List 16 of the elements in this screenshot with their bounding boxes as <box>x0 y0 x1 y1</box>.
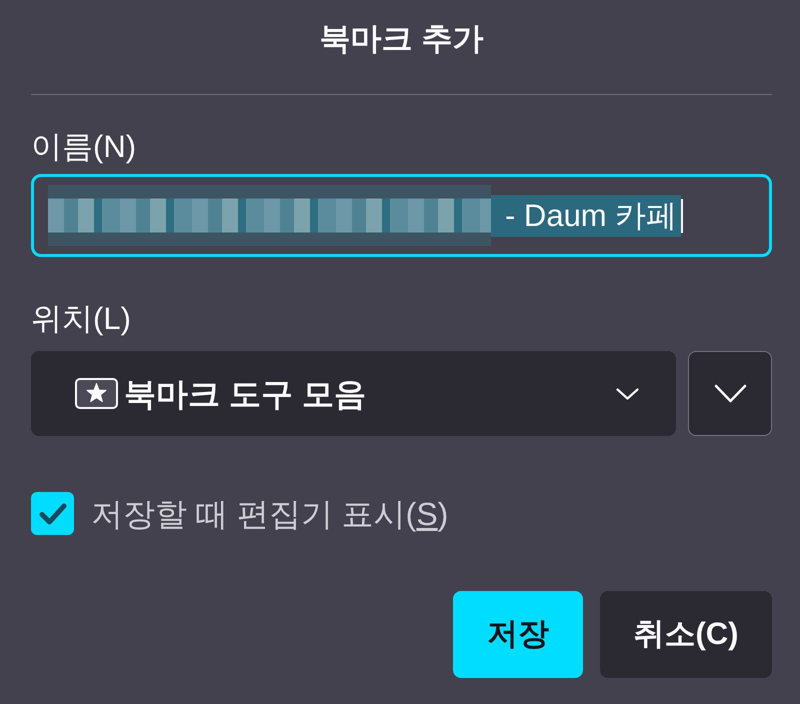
name-input[interactable]: - Daum 카페 <box>31 174 772 257</box>
checkbox-label[interactable]: 저장할 때 편집기 표시(S) <box>91 494 448 534</box>
text-cursor-icon <box>681 198 684 232</box>
save-button[interactable]: 저장 <box>453 591 583 678</box>
checkmark-icon <box>38 502 66 524</box>
checkbox[interactable] <box>31 492 74 535</box>
star-box-icon <box>75 378 118 409</box>
name-label: 이름(N) <box>31 128 136 166</box>
dialog-title: 북마크 추가 <box>320 20 484 58</box>
cancel-button[interactable]: 취소(C) <box>600 591 772 678</box>
selected-text: - Daum 카페 <box>491 194 682 236</box>
expand-button[interactable] <box>688 351 772 436</box>
location-label: 위치(L) <box>31 300 131 338</box>
location-dropdown[interactable]: 북마크 도구 모음 <box>31 351 676 436</box>
chevron-down-icon <box>714 384 746 403</box>
chevron-down-icon <box>616 388 639 400</box>
